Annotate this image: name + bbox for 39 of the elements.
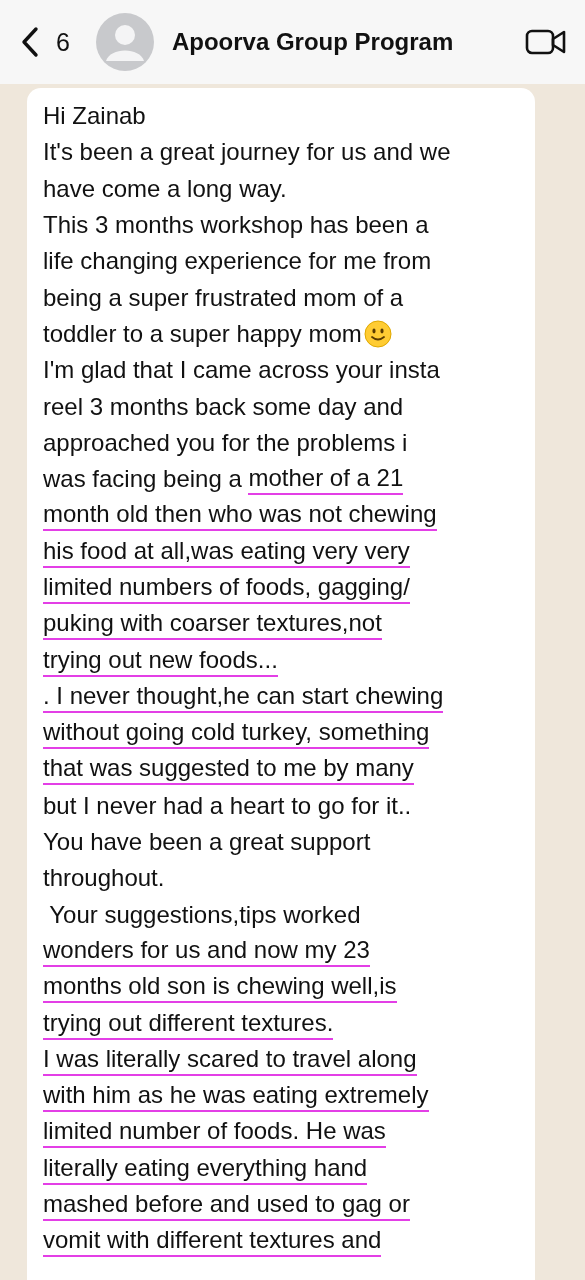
message-text: trying out new foods... xyxy=(43,644,278,677)
message-text: I was literally scared to travel along xyxy=(43,1043,417,1076)
message-text: I'm glad that I came across your insta xyxy=(43,355,440,386)
message-text: that was suggested to me by many xyxy=(43,753,414,786)
message-text: wonders for us and now my 23 xyxy=(43,934,370,967)
unread-count: 6 xyxy=(56,27,70,57)
message-text: trying out different textures. xyxy=(43,1007,334,1040)
message-text: mashed before and used to gag or xyxy=(43,1189,410,1222)
message-text: . I never thought,he can start chewing xyxy=(43,680,444,713)
chat-title[interactable]: Apoorva Group Program xyxy=(171,28,454,56)
message-text: being a super frustrated mom of a xyxy=(43,282,404,313)
message-text: limited number of foods. He was xyxy=(43,1116,386,1149)
message-text: months old son is chewing well,is xyxy=(43,971,397,1004)
message-text: his food at all,was eating very very xyxy=(43,535,410,568)
message-text: vomit with different textures and xyxy=(43,1225,382,1258)
message-text: approached you for the problems i xyxy=(43,427,408,458)
message-text: but I never had a heart to go for it.. xyxy=(43,790,412,821)
message-text: life changing experience for me from xyxy=(43,246,432,277)
message-text: toddler to a super happy mom xyxy=(43,318,362,349)
message-text: reel 3 months back some day and xyxy=(43,391,404,422)
message-text: literally eating everything hand xyxy=(43,1152,368,1185)
message-text: puking with coarser textures,not xyxy=(43,608,382,641)
message-text: throughout. xyxy=(43,863,165,894)
back-chevron-icon xyxy=(20,26,40,58)
message-text: It's been a great journey for us and we xyxy=(43,137,451,168)
message-text: Your suggestions,tips worked xyxy=(48,899,361,930)
message-text: month old then who was not chewing xyxy=(43,499,437,532)
message-text: Hi Zainab xyxy=(43,101,146,132)
back-button[interactable]: 6 xyxy=(20,26,70,58)
message-text: mother of a 21 xyxy=(248,463,404,496)
message-text: You have been a great support xyxy=(43,827,371,858)
smiley-icon xyxy=(363,319,392,348)
message-text: with him as he was eating extremely xyxy=(43,1080,429,1113)
message-text: limited numbers of foods, gagging/ xyxy=(43,572,410,604)
message-text: This 3 months workshop has been a xyxy=(43,210,429,241)
video-call-icon[interactable] xyxy=(525,28,567,56)
message-text: was facing being a xyxy=(43,464,243,495)
message-text: without going cold turkey, something xyxy=(43,717,430,750)
message-text: have come a long way. xyxy=(43,173,287,204)
